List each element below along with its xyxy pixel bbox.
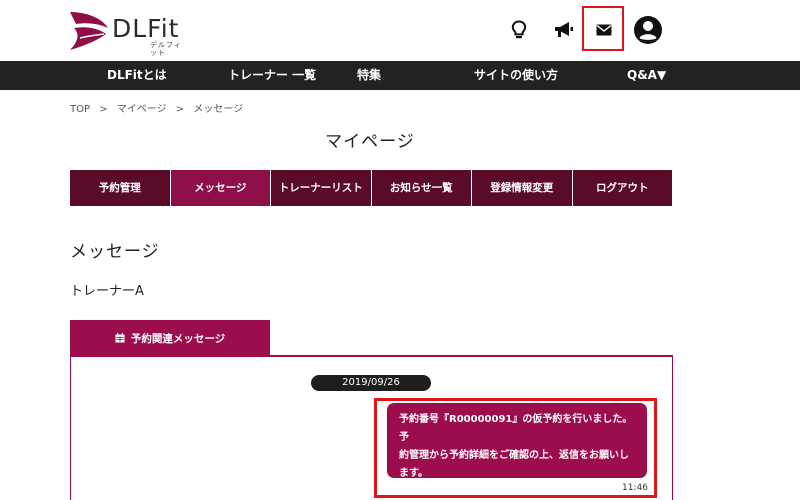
nav-trainer-list[interactable]: トレーナー 一覧 <box>228 61 316 90</box>
megaphone-icon[interactable] <box>548 14 580 46</box>
breadcrumb-current: メッセージ <box>193 104 244 115</box>
tab-notices[interactable]: お知らせ一覧 <box>371 170 472 206</box>
logo-mark-icon <box>70 12 108 50</box>
tab-messages[interactable]: メッセージ <box>170 170 271 206</box>
tab-logout[interactable]: ログアウト <box>572 170 672 206</box>
section-title: メッセージ <box>70 242 160 262</box>
message-timestamp: 11:46 <box>622 483 648 493</box>
site-logo[interactable]: DLFit デルフィット <box>68 10 188 57</box>
user-icon[interactable] <box>632 14 664 46</box>
message-line: ます。 <box>399 468 428 479</box>
nav-faq[interactable]: Q&A▼ <box>627 61 666 90</box>
nav-about[interactable]: DLFitとは <box>107 61 167 90</box>
mail-icon[interactable] <box>588 14 620 46</box>
message-bubble: 予約番号『R00000091』の仮予約を行いました。予 約管理から予約詳細をご確… <box>387 403 647 479</box>
mypage-tabs: 予約管理 メッセージ トレーナーリスト お知らせ一覧 登録情報変更 ログアウト <box>70 170 672 206</box>
page-title: マイページ <box>325 132 415 152</box>
breadcrumb-separator: > <box>99 104 108 115</box>
tab-trainer-list[interactable]: トレーナーリスト <box>271 170 372 206</box>
nav-how-to-use[interactable]: サイトの使い方 <box>474 61 558 90</box>
breadcrumb-mypage[interactable]: マイページ <box>117 104 167 115</box>
tab-reservations[interactable]: 予約管理 <box>70 170 171 206</box>
calendar-icon <box>115 333 125 343</box>
message-line: 予約番号『R00000091』の仮予約を行いました。予 <box>399 414 633 443</box>
breadcrumb: TOP > マイページ > メッセージ <box>70 100 249 115</box>
date-separator: 2019/09/26 <box>311 375 431 391</box>
breadcrumb-top[interactable]: TOP <box>70 104 90 115</box>
logo-text: DLFit <box>112 14 180 43</box>
reservation-message-tab-label: 予約関連メッセージ <box>130 332 226 345</box>
message-line: 約管理から予約詳細をご確認の上、返信をお願いし <box>399 450 629 461</box>
tab-profile-edit[interactable]: 登録情報変更 <box>472 170 573 206</box>
trainer-name: トレーナーA <box>70 284 144 299</box>
site-header: DLFit デルフィット <box>0 0 800 61</box>
breadcrumb-separator: > <box>175 104 185 115</box>
lightbulb-icon[interactable] <box>503 14 535 46</box>
nav-features[interactable]: 特集 <box>357 61 381 90</box>
logo-subtext: デルフィット <box>150 41 182 57</box>
reservation-message-tab[interactable]: 予約関連メッセージ <box>70 320 270 356</box>
main-nav: DLFitとは トレーナー 一覧 特集 サイトの使い方 Q&A▼ <box>0 61 800 90</box>
